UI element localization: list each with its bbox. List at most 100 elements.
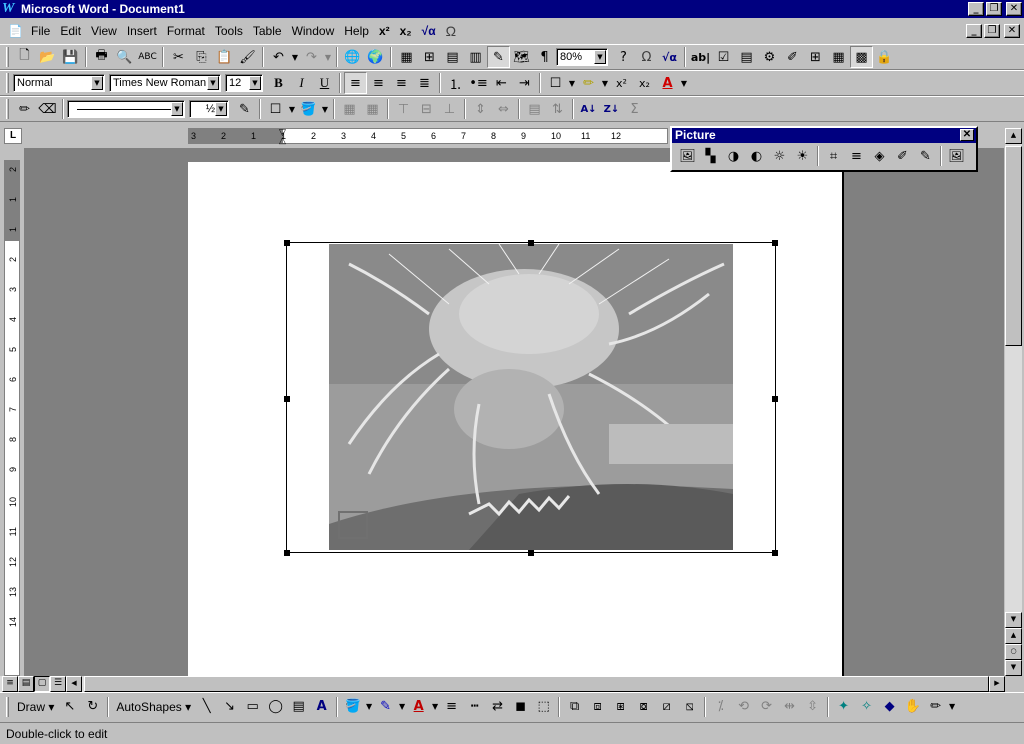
more-tools-icon[interactable]: ✏ [924, 696, 947, 718]
merge-cells-icon[interactable]: ▦ [338, 98, 361, 120]
menu-help[interactable]: Help [339, 20, 374, 42]
border-color-icon[interactable]: ✎ [233, 98, 256, 120]
resize-handle[interactable] [528, 240, 534, 246]
align-center-icon[interactable]: ≡ [367, 72, 390, 94]
edit-picture-icon[interactable]: ✎ [914, 145, 937, 167]
line-style-icon[interactable]: ≡ [440, 696, 463, 718]
print-layout-view-button[interactable]: ▢ [34, 676, 50, 692]
more-contrast-icon[interactable]: ◑ [722, 145, 745, 167]
chevron-down-icon[interactable]: ▼ [249, 76, 261, 90]
subscript-icon[interactable]: x₂ [633, 72, 656, 94]
underline-icon[interactable]: U [313, 72, 336, 94]
autoshapes-menu-button[interactable]: AutoShapes ▾ [112, 700, 195, 714]
tables-borders-icon[interactable]: ▦ [395, 46, 418, 68]
restore-button[interactable]: ❐ [986, 2, 1002, 16]
wordart-icon[interactable]: A [310, 696, 333, 718]
text-box-icon[interactable]: ▤ [287, 696, 310, 718]
image-control-icon[interactable]: ▚ [699, 145, 722, 167]
undo-icon[interactable]: ↶ [267, 46, 290, 68]
normal-view-button[interactable]: ≡ [2, 676, 18, 692]
document-icon[interactable]: 📄 [8, 24, 26, 38]
send-back-icon[interactable]: ⧄ [655, 696, 678, 718]
close-button[interactable]: ✕ [1006, 2, 1022, 16]
align-distribute-icon[interactable]: ✧ [855, 696, 878, 718]
rotate-right-icon[interactable]: ⟳ [755, 696, 778, 718]
indent-marker-icon[interactable]: ▽ △ [279, 128, 288, 148]
center-vertical-icon[interactable]: ⊟ [415, 98, 438, 120]
resize-handle[interactable] [528, 550, 534, 556]
close-icon[interactable]: ✕ [960, 129, 974, 141]
subscript-menu-button[interactable]: x₂ [395, 20, 417, 42]
scroll-thumb[interactable] [1005, 146, 1022, 346]
align-left-icon[interactable]: ≡ [344, 72, 367, 94]
draw-menu-button[interactable]: Draw ▾ [13, 700, 58, 714]
line-icon[interactable]: ╲ [195, 696, 218, 718]
dash-style-icon[interactable]: ┅ [463, 696, 486, 718]
new-document-icon[interactable]: 🗋 [13, 46, 36, 68]
group-icon[interactable]: ⧉ [563, 696, 586, 718]
font-color-icon[interactable]: A [656, 72, 679, 94]
line-weight-select[interactable]: ½ ▼ [189, 100, 229, 118]
flip-horizontal-icon[interactable]: ⇹ [778, 696, 801, 718]
arrow-icon[interactable]: ↘ [218, 696, 241, 718]
outside-border-icon[interactable]: ☐ [264, 98, 287, 120]
insert-excel-icon[interactable]: ▤ [441, 46, 464, 68]
font-size-select[interactable]: 12 ▼ [225, 74, 263, 92]
toolbar-grip[interactable] [6, 99, 9, 119]
copy-icon[interactable]: ⎘ [190, 46, 213, 68]
ungroup-icon[interactable]: ⧈ [586, 696, 609, 718]
menu-file[interactable]: File [26, 20, 55, 42]
bring-front-icon[interactable]: ⧇ [632, 696, 655, 718]
sort-ascending-icon[interactable]: A↓ [577, 98, 600, 120]
more-brightness-icon[interactable]: ☼ [768, 145, 791, 167]
rotate-left-icon[interactable]: ⟲ [732, 696, 755, 718]
text-field-icon[interactable]: ab| [689, 46, 712, 68]
select-objects-icon[interactable]: ↖ [58, 696, 81, 718]
set-transparent-color-icon[interactable]: ✐ [891, 145, 914, 167]
italic-icon[interactable]: I [290, 72, 313, 94]
bullets-icon[interactable]: •≡ [467, 72, 490, 94]
reset-picture-icon[interactable]: 🖼 [945, 145, 968, 167]
highlight-icon[interactable]: ✏ [577, 72, 600, 94]
rectangle-icon[interactable]: ▭ [241, 696, 264, 718]
redo-icon[interactable]: ↷ [300, 46, 323, 68]
split-cells-icon[interactable]: ▦ [361, 98, 384, 120]
format-object-icon[interactable]: ✋ [901, 696, 924, 718]
line-color-icon[interactable]: ✎ [374, 696, 397, 718]
cut-icon[interactable]: ✂ [167, 46, 190, 68]
menu-format[interactable]: Format [162, 20, 210, 42]
align-top-icon[interactable]: ⊤ [392, 98, 415, 120]
insert-table2-icon[interactable]: ⊞ [804, 46, 827, 68]
sort-descending-icon[interactable]: Z↓ [600, 98, 623, 120]
outline-view-button[interactable]: ☰ [50, 676, 66, 692]
menu-table[interactable]: Table [248, 20, 287, 42]
insert-table-icon[interactable]: ⊞ [418, 46, 441, 68]
zoom-select[interactable]: 80% ▼ [556, 48, 608, 66]
equation-menu-button[interactable]: √α [417, 20, 441, 42]
less-contrast-icon[interactable]: ◐ [745, 145, 768, 167]
decrease-indent-icon[interactable]: ⇤ [490, 72, 513, 94]
insert-picture-icon[interactable]: 🖼 [676, 145, 699, 167]
print-icon[interactable]: 🖶 [90, 46, 113, 68]
toolbar-grip[interactable] [6, 696, 9, 717]
horizontal-scroll-thumb[interactable] [84, 676, 989, 692]
resize-handle[interactable] [772, 550, 778, 556]
save-icon[interactable]: 💾 [59, 46, 82, 68]
hyperlink-icon[interactable]: 🌐 [341, 46, 364, 68]
pencil-icon[interactable]: ✏ [13, 98, 36, 120]
resize-handle[interactable] [772, 240, 778, 246]
distribute-columns-icon[interactable]: ⇔ [492, 98, 515, 120]
oval-icon[interactable]: ◯ [264, 696, 287, 718]
next-page-button[interactable]: ▼ [1005, 660, 1022, 676]
fill-color-icon[interactable]: 🪣 [341, 696, 364, 718]
vertical-scrollbar[interactable]: ▲ ▼ ▲ ○ ▼ [1005, 128, 1022, 676]
protect-form-icon[interactable]: 🔒 [873, 46, 896, 68]
chevron-down-icon[interactable]: ▼ [207, 76, 219, 90]
field-options-icon[interactable]: ⚙ [758, 46, 781, 68]
doc-close-button[interactable]: ✕ [1004, 24, 1020, 38]
document-map-icon[interactable]: 🗺 [510, 46, 533, 68]
autosum-icon[interactable]: Σ [623, 98, 646, 120]
align-bottom-icon[interactable]: ⊥ [438, 98, 461, 120]
web-layout-view-button[interactable]: ▤ [18, 676, 34, 692]
borders-icon[interactable]: ☐ [544, 72, 567, 94]
